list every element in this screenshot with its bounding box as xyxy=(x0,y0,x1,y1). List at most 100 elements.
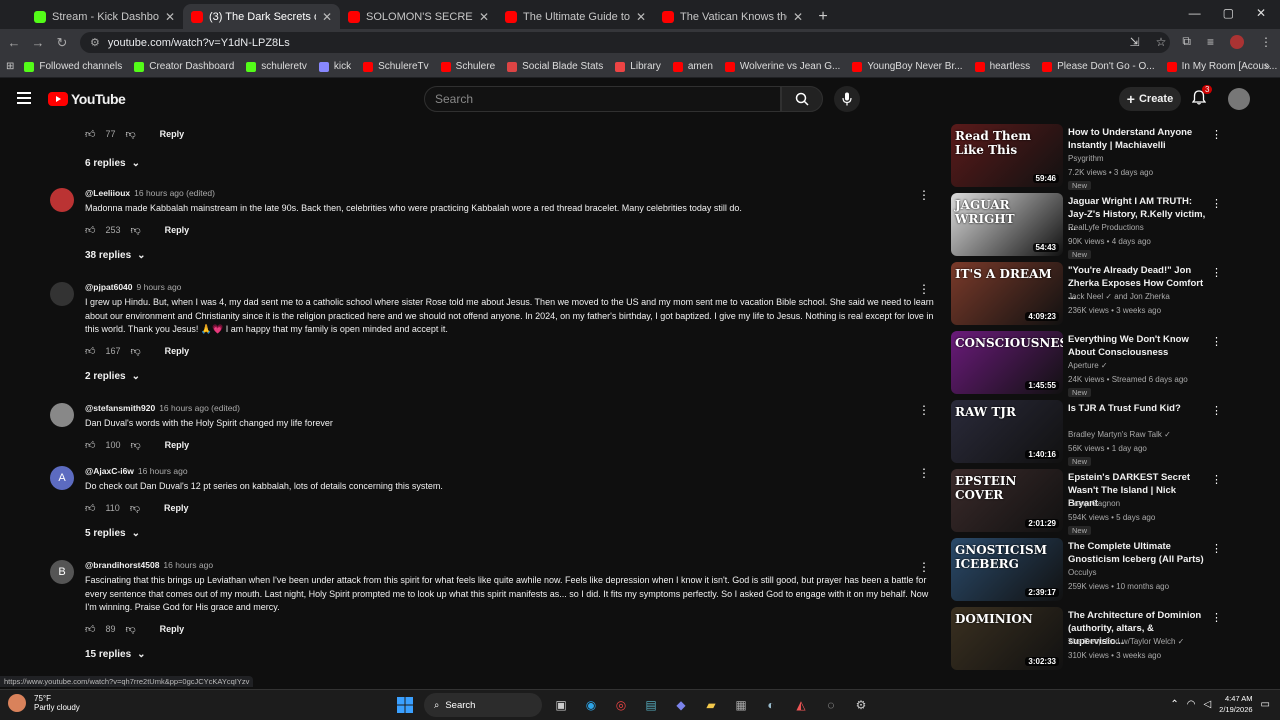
recommended-video[interactable]: RAW TJR 1:40:16 Is TJR A Trust Fund Kid? Br… xyxy=(950,400,1230,466)
browser-tab[interactable]: Stream - Kick Dashboard ✕ xyxy=(26,4,183,29)
video-menu-icon[interactable]: ⋮ xyxy=(1211,335,1222,348)
recommended-video[interactable]: CONSCIOUSNESS 1:45:55 Everything We Don't … xyxy=(950,331,1230,397)
forward-icon[interactable]: → xyxy=(26,35,50,50)
file-explorer-icon[interactable]: ▰ xyxy=(700,694,722,716)
like-icon[interactable]: 👍︎ xyxy=(85,345,95,357)
close-window-icon[interactable]: ✕ xyxy=(1256,6,1266,20)
create-button[interactable]: + Create xyxy=(1119,87,1181,111)
reply-button[interactable]: Reply xyxy=(165,440,190,450)
video-thumbnail[interactable]: CONSCIOUSNESS 1:45:55 xyxy=(951,331,1063,394)
view-replies-button[interactable]: 15 replies ⌄ xyxy=(85,649,938,660)
browser-tab[interactable]: SOLOMON'S SECRET CODE: Th ✕ xyxy=(340,4,497,29)
reply-button[interactable]: Reply xyxy=(165,225,190,235)
bookmark-item[interactable]: schuleretv xyxy=(246,61,307,72)
video-menu-icon[interactable]: ⋮ xyxy=(1211,197,1222,210)
recommended-video[interactable]: EPSTEIN COVER 2:01:29 Epstein's DARKEST Se… xyxy=(950,469,1230,535)
back-icon[interactable]: ← xyxy=(2,35,26,50)
tray-chevron-icon[interactable]: ⌃ xyxy=(1170,699,1178,710)
comment-menu-icon[interactable]: ⋮ xyxy=(918,282,930,296)
comment-author[interactable]: @pjpat6040 xyxy=(85,282,133,292)
task-view-icon[interactable]: ▣ xyxy=(550,694,572,716)
volume-icon[interactable]: ◁ xyxy=(1203,699,1211,710)
browser-tab[interactable]: The Ultimate Guide to Demons ✕ xyxy=(497,4,654,29)
recommended-video[interactable]: IT'S A DREAM 4:09:23 "You're Already Dead!… xyxy=(950,262,1230,326)
comment-menu-icon[interactable]: ⋮ xyxy=(918,188,930,202)
video-title[interactable]: Everything We Don't Know About Conscious… xyxy=(1068,333,1206,359)
bookmark-item[interactable]: Followed channels xyxy=(24,61,122,72)
maximize-icon[interactable]: ▢ xyxy=(1223,6,1234,20)
notifications-button[interactable]: 3 xyxy=(1191,85,1213,108)
bookmark-item[interactable]: SchulereTv xyxy=(363,61,429,72)
channel-name[interactable]: Jack Neel ✓ and Jon Zherka xyxy=(1068,292,1170,301)
video-menu-icon[interactable]: ⋮ xyxy=(1211,542,1222,555)
commenter-avatar[interactable] xyxy=(50,188,74,212)
commenter-avatar[interactable] xyxy=(50,403,74,427)
video-thumbnail[interactable]: JAGUAR WRIGHT 54:43 xyxy=(951,193,1063,256)
like-icon[interactable]: 👍︎ xyxy=(85,224,95,236)
wifi-icon[interactable]: ◠ xyxy=(1187,699,1196,710)
bookmark-star-icon[interactable]: ☆ xyxy=(1156,35,1167,49)
search-button[interactable] xyxy=(781,86,823,112)
browser-tab[interactable]: The Vatican Knows the Truth Al ✕ xyxy=(654,4,811,29)
video-thumbnail[interactable]: DOMINION 3:02:33 xyxy=(951,607,1063,670)
youtube-logo[interactable]: YouTube xyxy=(48,91,126,107)
weather-widget[interactable]: 75°F Partly cloudy xyxy=(8,694,80,712)
edge-icon[interactable]: ◉ xyxy=(580,694,602,716)
video-menu-icon[interactable]: ⋮ xyxy=(1211,266,1222,279)
profile-avatar[interactable] xyxy=(1230,34,1244,49)
video-thumbnail[interactable]: Read Them Like This 59:46 xyxy=(951,124,1063,187)
dislike-icon[interactable]: 👎︎ xyxy=(125,128,135,140)
comment-author[interactable]: @AjaxC-i6w xyxy=(85,466,134,476)
channel-name[interactable]: The Deep End w/Taylor Welch ✓ xyxy=(1068,637,1184,646)
recommended-video[interactable]: Read Them Like This 59:46 How to Understan… xyxy=(950,124,1230,190)
bookmark-item[interactable]: Wolverine vs Jean G... xyxy=(724,61,840,72)
bookmark-item[interactable]: Please Don't Go - O... xyxy=(1042,61,1155,72)
dislike-icon[interactable]: 👎︎ xyxy=(125,623,135,635)
bookmark-item[interactable]: Schulere xyxy=(440,61,495,72)
bookmark-item[interactable]: heartless xyxy=(974,61,1030,72)
app-icon[interactable]: ◭ xyxy=(790,694,812,716)
video-thumbnail[interactable]: GNOSTICISM ICEBERG 2:39:17 xyxy=(951,538,1063,601)
video-title[interactable]: Is TJR A Trust Fund Kid? xyxy=(1068,402,1206,415)
like-icon[interactable]: 👍︎ xyxy=(85,502,95,514)
clock[interactable]: 4:47 AM 2/19/2026 xyxy=(1219,693,1252,715)
tab-close-icon[interactable]: ✕ xyxy=(165,10,175,24)
recommended-video[interactable]: JAGUAR WRIGHT 54:43 Jaguar Wright I AM TRU… xyxy=(950,193,1230,259)
commenter-avatar[interactable]: B xyxy=(50,560,74,584)
like-icon[interactable]: 👍︎ xyxy=(85,128,95,140)
tab-close-icon[interactable]: ✕ xyxy=(636,10,646,24)
video-title[interactable]: How to Understand Anyone Instantly | Mac… xyxy=(1068,126,1206,152)
bookmark-item[interactable]: Social Blade Stats xyxy=(507,61,603,72)
menu-icon[interactable]: ⋮ xyxy=(1260,35,1272,49)
tab-close-icon[interactable]: ✕ xyxy=(793,10,803,24)
chrome-icon[interactable]: ◎ xyxy=(610,694,632,716)
install-icon[interactable]: ⇲ xyxy=(1130,35,1140,49)
reload-icon[interactable]: ↻ xyxy=(50,35,74,51)
apps-icon[interactable]: ⊞ xyxy=(6,61,14,72)
bookmark-item[interactable]: Creator Dashboard xyxy=(134,61,234,72)
hamburger-menu-icon[interactable] xyxy=(17,92,31,104)
view-replies-button[interactable]: 5 replies ⌄ xyxy=(85,528,938,539)
commenter-avatar[interactable]: A xyxy=(50,466,74,490)
video-thumbnail[interactable]: RAW TJR 1:40:16 xyxy=(951,400,1063,463)
reply-button[interactable]: Reply xyxy=(160,129,185,139)
new-tab-button[interactable]: + xyxy=(811,4,835,29)
media-icon[interactable]: ≡ xyxy=(1207,35,1214,49)
channel-name[interactable]: Bradley Martyn's Raw Talk ✓ xyxy=(1068,430,1171,439)
dislike-icon[interactable]: 👎︎ xyxy=(130,502,140,514)
steam-icon[interactable]: ◐ xyxy=(760,694,782,716)
settings-icon[interactable]: ⚙ xyxy=(850,694,872,716)
like-icon[interactable]: 👍︎ xyxy=(85,439,95,451)
like-icon[interactable]: 👍︎ xyxy=(85,623,95,635)
comment-author[interactable]: @stefansmith920 xyxy=(85,403,155,413)
comment-menu-icon[interactable]: ⋮ xyxy=(918,466,930,480)
channel-name[interactable]: Psygrithm xyxy=(1068,154,1104,163)
account-avatar[interactable] xyxy=(1228,88,1250,110)
extensions-icon[interactable]: ⧉ xyxy=(1182,34,1191,49)
video-thumbnail[interactable]: EPSTEIN COVER 2:01:29 xyxy=(951,469,1063,532)
notifications-icon[interactable]: ▭ xyxy=(1261,699,1270,710)
browser-tab[interactable]: (3) The Dark Secrets of Kab ✕ xyxy=(183,4,340,29)
bookmark-item[interactable]: kick xyxy=(318,61,351,72)
comment-menu-icon[interactable]: ⋮ xyxy=(918,403,930,417)
teams-icon[interactable]: ◆ xyxy=(670,694,692,716)
